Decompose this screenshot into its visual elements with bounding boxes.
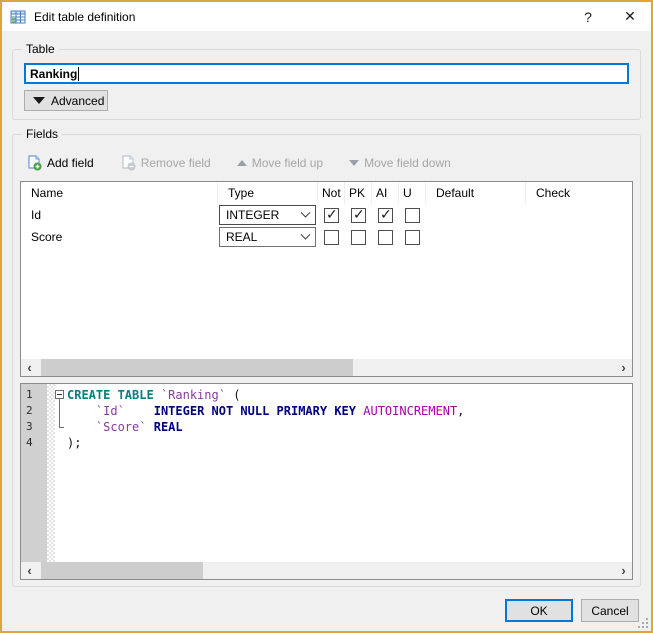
move-field-up-label: Move field up: [251, 156, 324, 170]
sql-horizontal-scrollbar[interactable]: ‹ ›: [21, 562, 632, 579]
fold-guide-line: [59, 399, 60, 427]
chevron-down-icon: [300, 229, 311, 240]
sql-editor: 1234 CREATE TABLE `Ranking` ( `Id` INTEG…: [20, 383, 633, 580]
field-type-cell: REAL: [218, 227, 318, 247]
not-null-checkbox[interactable]: [324, 229, 339, 245]
move-field-down-button[interactable]: Move field down: [349, 156, 451, 170]
close-button[interactable]: ✕: [609, 2, 651, 31]
table-row-id[interactable]: Id INTEGER: [21, 204, 632, 226]
type-dropdown[interactable]: INTEGER: [219, 205, 316, 225]
type-value: REAL: [226, 230, 258, 244]
column-header-u[interactable]: U: [399, 182, 426, 204]
column-header-default[interactable]: Default: [426, 182, 526, 204]
fields-group-label: Fields: [22, 127, 63, 141]
scrollbar-track[interactable]: [38, 562, 615, 579]
scrollbar-thumb[interactable]: [41, 359, 353, 376]
ai-checkbox[interactable]: [378, 206, 393, 223]
column-header-pk[interactable]: PK: [345, 182, 372, 204]
field-name[interactable]: Score: [21, 230, 218, 244]
table-icon: [10, 10, 26, 23]
window-title: Edit table definition: [34, 9, 136, 24]
scrollbar-thumb[interactable]: [41, 562, 203, 579]
dialog-button-row: OK Cancel: [2, 599, 639, 622]
scroll-right-icon[interactable]: ›: [615, 562, 632, 579]
column-header-name[interactable]: Name: [21, 182, 218, 204]
field-name[interactable]: Id: [21, 208, 218, 222]
fold-guide-end: [59, 427, 64, 428]
remove-field-icon: [122, 155, 136, 171]
fields-table-grid: Name Type Not PK AI U Default Check Id I…: [21, 182, 632, 359]
table-name-input[interactable]: Ranking: [24, 63, 629, 84]
resize-grip[interactable]: [636, 616, 648, 628]
chevron-down-icon: [300, 207, 311, 218]
table-groupbox: Table Ranking Advanced: [12, 42, 641, 120]
fields-groupbox: Fields Add field Remove field Move field…: [12, 127, 641, 587]
advanced-button-label: Advanced: [51, 93, 105, 108]
chevron-down-icon: [33, 97, 45, 104]
fold-collapse-icon[interactable]: [55, 390, 64, 399]
add-field-button[interactable]: Add field: [26, 155, 94, 171]
scroll-left-icon[interactable]: ‹: [21, 562, 38, 579]
remove-field-button[interactable]: Remove field: [120, 155, 211, 171]
scroll-left-icon[interactable]: ‹: [21, 359, 38, 376]
pk-checkbox[interactable]: [351, 229, 366, 245]
fields-table-header: Name Type Not PK AI U Default Check: [21, 182, 632, 204]
unique-checkbox[interactable]: [405, 229, 420, 245]
move-field-down-label: Move field down: [364, 156, 451, 170]
ai-checkbox[interactable]: [378, 229, 393, 245]
help-button[interactable]: ?: [567, 2, 609, 31]
scroll-right-icon[interactable]: ›: [615, 359, 632, 376]
sql-code[interactable]: CREATE TABLE `Ranking` ( `Id` INTEGER NO…: [67, 384, 632, 562]
edit-table-definition-dialog: Edit table definition ? ✕ Table Ranking …: [0, 0, 653, 633]
fields-toolbar: Add field Remove field Move field up Mov…: [20, 151, 633, 175]
type-value: INTEGER: [226, 208, 280, 222]
fold-column: [55, 384, 67, 562]
move-field-up-button[interactable]: Move field up: [236, 156, 324, 170]
arrow-up-icon: [236, 160, 247, 166]
fields-horizontal-scrollbar[interactable]: ‹ ›: [21, 359, 632, 376]
fold-margin: [47, 384, 55, 562]
titlebar: Edit table definition ? ✕: [2, 2, 651, 31]
sql-area[interactable]: 1234 CREATE TABLE `Ranking` ( `Id` INTEG…: [21, 384, 632, 562]
arrow-down-icon: [349, 160, 360, 166]
text-caret: [78, 66, 80, 81]
remove-field-label: Remove field: [140, 156, 211, 170]
type-dropdown[interactable]: REAL: [219, 227, 316, 247]
column-header-not[interactable]: Not: [318, 182, 345, 204]
advanced-button[interactable]: Advanced: [24, 90, 108, 111]
not-null-checkbox[interactable]: [324, 206, 339, 223]
column-header-check[interactable]: Check: [526, 182, 632, 204]
fields-table: Name Type Not PK AI U Default Check Id I…: [20, 181, 633, 377]
pk-checkbox[interactable]: [351, 206, 366, 223]
line-number-gutter: 1234: [21, 384, 47, 562]
column-header-ai[interactable]: AI: [372, 182, 399, 204]
add-field-label: Add field: [47, 156, 94, 170]
table-name-value: Ranking: [30, 66, 78, 81]
table-group-label: Table: [22, 42, 59, 56]
column-header-type[interactable]: Type: [218, 182, 318, 204]
ok-button[interactable]: OK: [505, 599, 573, 622]
field-type-cell: INTEGER: [218, 205, 318, 225]
scrollbar-track[interactable]: [38, 359, 615, 376]
unique-checkbox[interactable]: [405, 207, 420, 223]
cancel-button[interactable]: Cancel: [581, 599, 639, 622]
table-row-score[interactable]: Score REAL: [21, 226, 632, 248]
add-field-icon: [28, 155, 42, 171]
